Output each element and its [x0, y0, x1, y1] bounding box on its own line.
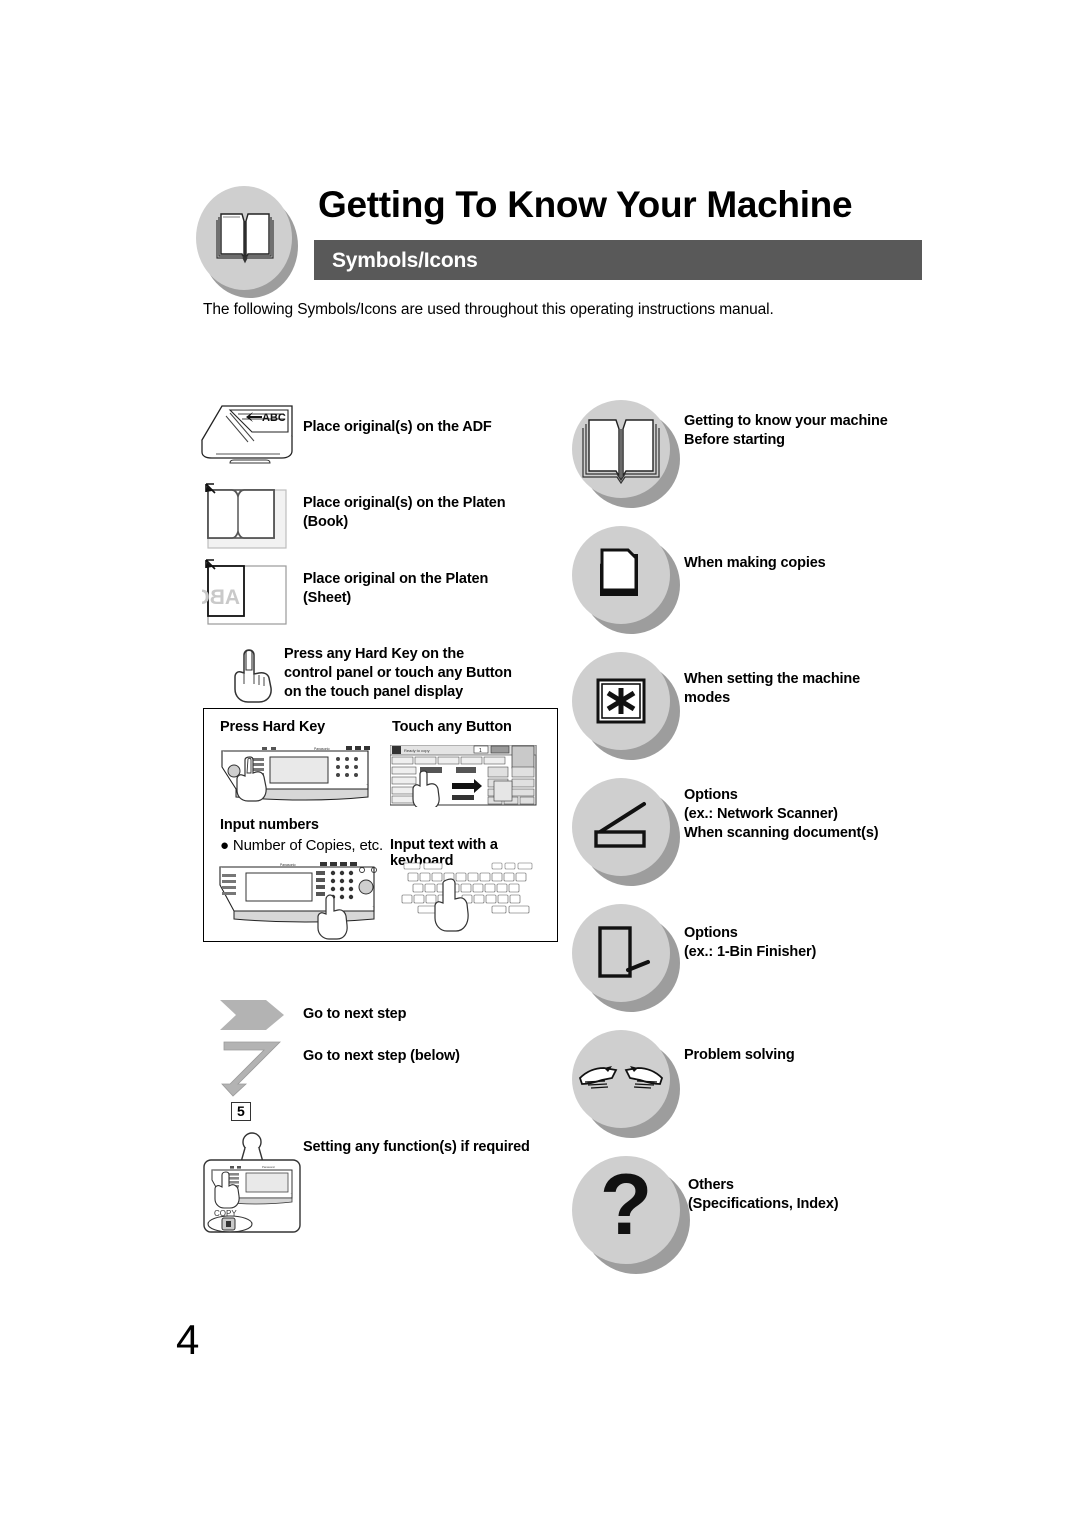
list-item: Go to next step: [196, 996, 566, 1036]
list-item: ? Others (Specifications, Index): [572, 1156, 972, 1276]
list-item-label-line2: (Specifications, Index): [688, 1196, 839, 1212]
section-bar: Symbols/Icons: [314, 240, 922, 280]
step-badge: 5: [231, 1102, 251, 1121]
list-item-label-line2: Before starting: [684, 432, 785, 448]
list-item-label-line2: (Sheet): [303, 590, 352, 606]
question-mark-icon: ?: [600, 1157, 653, 1253]
caption-press-hard-key: Press Hard Key: [220, 719, 326, 735]
chevron-arrow-icon: [220, 1000, 284, 1030]
list-item: Problem solving: [572, 1030, 972, 1140]
keyboard-illustration: [401, 862, 533, 932]
helping-hands-icon: [578, 1066, 664, 1089]
list-item-label-line1: Place original on the Platen: [303, 571, 489, 587]
list-item-label-line1: Others: [688, 1177, 734, 1193]
list-item: Place original(s) on the Platen (Book): [196, 482, 566, 554]
input-numbers-illustration: Panasonic: [219, 862, 377, 940]
open-book-icon: [216, 213, 274, 264]
list-item: Options (ex.: 1-Bin Finisher): [572, 904, 972, 1014]
list-item-label-line1: Problem solving: [684, 1047, 795, 1063]
svg-text:ABC: ABC: [202, 586, 240, 609]
list-item-label: Go to next step: [303, 1006, 407, 1022]
page-number: 4: [176, 1316, 200, 1363]
list-item-label: Setting any function(s) if required: [303, 1139, 530, 1155]
control-panel-illustration-box: Press Hard Key Panasonic Touch any Butto…: [203, 708, 558, 942]
icon-circle: [572, 400, 680, 508]
finisher-bin-icon: [598, 926, 650, 978]
list-item: ABC Place original on the Platen (Sheet): [196, 558, 566, 630]
list-item-label-line1: Getting to know your machine: [684, 413, 888, 429]
list-item-label-line2: control panel or touch any Button: [284, 665, 512, 681]
icon-circle: [572, 778, 680, 886]
list-item-label-line1: Options: [684, 787, 738, 803]
list-item: Options (ex.: Network Scanner) When scan…: [572, 778, 972, 888]
bent-down-arrow-icon: [221, 1041, 281, 1097]
list-item-label-line2: (Book): [303, 514, 349, 530]
svg-text:Panasonic: Panasonic: [262, 1165, 276, 1169]
platen-sheet-icon: ABC: [202, 559, 287, 625]
icon-circle: [572, 526, 680, 634]
flatbed-scanner-icon: [594, 802, 646, 848]
list-item-label-line1: Place original(s) on the Platen: [303, 495, 506, 511]
svg-text:?: ?: [600, 1157, 653, 1253]
caption-touch-any-button: Touch any Button: [392, 719, 512, 735]
list-item-label-line1: When setting the machine: [684, 671, 861, 687]
list-item-label-line2: (ex.: Network Scanner): [684, 806, 838, 822]
icon-circle: ?: [572, 1156, 692, 1276]
list-item-label: Place original(s) on the ADF: [303, 419, 492, 435]
pointing-hand-icon: [234, 649, 272, 703]
adf-scanner-icon: ABC: [201, 405, 293, 464]
list-item-label-line1: Options: [684, 925, 738, 941]
intro-paragraph: The following Symbols/Icons are used thr…: [203, 301, 774, 318]
list-item: When making copies: [572, 526, 972, 636]
list-item-label-line3: on the touch panel display: [284, 684, 463, 700]
page-title: Getting To Know Your Machine: [318, 184, 853, 225]
open-book-icon: [582, 419, 660, 485]
list-item: Go to next step (below) 5: [196, 1040, 566, 1121]
svg-text:ABC: ABC: [262, 412, 286, 424]
list-item-label-line1: Press any Hard Key on the: [284, 646, 464, 662]
list-item-label-line2: (ex.: 1-Bin Finisher): [684, 944, 817, 960]
list-item-label-line1: When making copies: [684, 555, 826, 571]
list-item-label-line2: modes: [684, 690, 730, 706]
page-header: Getting To Know Your Machine Symbols/Ico…: [196, 184, 922, 298]
svg-text:1: 1: [479, 748, 482, 754]
press-hard-key-illustration: Panasonic: [221, 746, 370, 802]
touch-any-button-illustration: Ready to copy 1: [390, 745, 537, 807]
header-badge: [196, 186, 304, 298]
caption-input-numbers-bullet: ● Number of Copies, etc.: [220, 837, 384, 854]
section-title: Symbols/Icons: [332, 249, 478, 272]
copy-pages-icon: [600, 548, 638, 596]
control-panel-magnifier-icon: Panasonic COPY: [203, 1132, 301, 1233]
list-item-label-line3: When scanning document(s): [684, 825, 879, 841]
icon-circle: [572, 904, 680, 1012]
list-item: ABC Place original(s) on the ADF: [196, 396, 566, 476]
svg-text:Panasonic: Panasonic: [280, 863, 296, 867]
platen-book-icon: [205, 483, 287, 549]
list-item-label: Go to next step (below): [303, 1048, 460, 1064]
svg-text:Panasonic: Panasonic: [314, 747, 330, 751]
icon-circle: [572, 652, 680, 760]
asterisk-box-icon: [596, 678, 646, 724]
caption-input-numbers: Input numbers: [220, 817, 319, 833]
list-item: Panasonic COPY Setting any function(s) i…: [196, 1132, 566, 1242]
list-item: Press any Hard Key on the control panel …: [196, 642, 566, 708]
list-item: Getting to know your machine Before star…: [572, 400, 972, 510]
svg-text:Ready to copy: Ready to copy: [404, 748, 430, 753]
icon-circle: [572, 1030, 680, 1138]
list-item: When setting the machine modes: [572, 652, 972, 762]
